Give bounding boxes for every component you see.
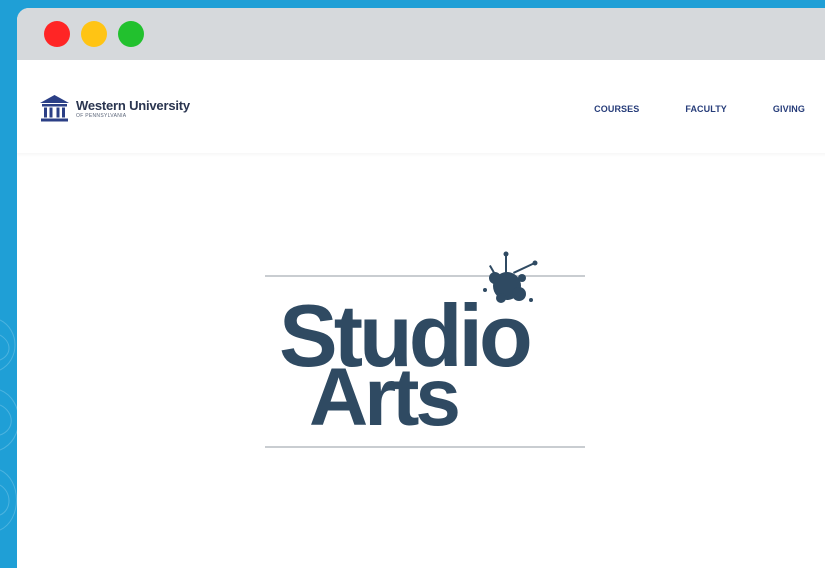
browser-window: Western University OF PENNSYLVANIA COURS… bbox=[17, 8, 825, 568]
university-subtitle: OF PENNSYLVANIA bbox=[76, 112, 127, 119]
maximize-window-button[interactable] bbox=[118, 21, 144, 47]
university-name: Western University bbox=[76, 97, 190, 113]
university-logo-link[interactable]: Western University OF PENNSYLVANIA bbox=[39, 93, 190, 124]
close-window-button[interactable] bbox=[44, 21, 70, 47]
main-nav: COURSES FACULTY GIVING bbox=[594, 104, 805, 114]
hero-section: Studio Arts bbox=[17, 153, 825, 568]
nav-faculty[interactable]: FACULTY bbox=[685, 104, 727, 114]
studio-arts-logo: Studio Arts bbox=[265, 251, 585, 448]
site-header: Western University OF PENNSYLVANIA COURS… bbox=[17, 60, 825, 153]
university-building-icon bbox=[40, 95, 69, 122]
nav-giving[interactable]: GIVING bbox=[773, 104, 805, 114]
logo-word-arts: Arts bbox=[309, 352, 458, 443]
window-titlebar bbox=[17, 8, 825, 60]
minimize-window-button[interactable] bbox=[81, 21, 107, 47]
nav-courses[interactable]: COURSES bbox=[594, 104, 639, 114]
